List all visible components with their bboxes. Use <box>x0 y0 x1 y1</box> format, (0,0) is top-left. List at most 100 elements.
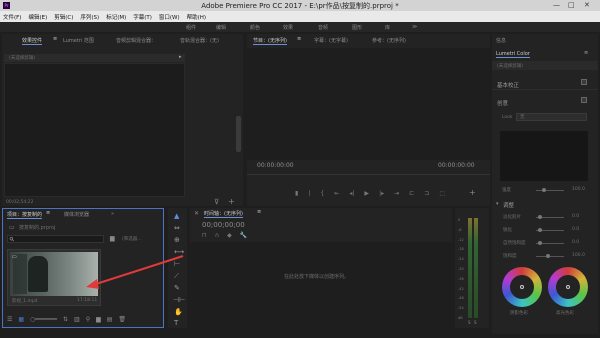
add-marker-icon[interactable]: ◆ <box>227 232 232 240</box>
tab-menu-icon[interactable]: ≡ <box>257 209 261 215</box>
workspace-effects[interactable]: 效果 <box>283 24 293 31</box>
menu-marker[interactable]: 标记(M) <box>106 13 126 21</box>
rolling-edit-tool-icon[interactable]: ⟷ <box>174 249 184 256</box>
menu-file[interactable]: 文件(F) <box>3 13 21 21</box>
tab-lumetri-scopes[interactable]: Lumetri 范围 <box>63 37 94 44</box>
search-field[interactable]: ⚲ <box>7 235 104 244</box>
linked-selection-icon[interactable]: ∩ <box>215 232 219 240</box>
track-select-tool-icon[interactable]: ⇔ <box>174 225 180 232</box>
workspace-assembly[interactable]: 组件 <box>186 24 196 31</box>
add-effect-button[interactable]: + <box>228 197 235 206</box>
tab-menu-icon[interactable]: ≡ <box>46 210 50 216</box>
button-editor-add-button[interactable]: + <box>469 188 476 197</box>
creative-checkbox[interactable] <box>581 97 587 103</box>
strength-value[interactable]: 100.0 <box>572 187 585 192</box>
selection-tool-icon[interactable]: ▲ <box>174 213 179 220</box>
timeline-settings-icon[interactable]: 🔧 <box>240 232 247 240</box>
timeline-drop-area[interactable]: 在此处放下媒体以创建序列。 <box>190 242 452 328</box>
strength-slider-handle[interactable] <box>542 188 546 192</box>
saturation-slider[interactable] <box>536 256 564 257</box>
faded-film-slider-handle[interactable] <box>538 215 542 219</box>
solo-right-button[interactable]: S <box>474 320 477 325</box>
creative-section[interactable]: 创意 <box>492 96 598 108</box>
mini-timeline[interactable] <box>247 174 490 175</box>
info-panel-header[interactable]: 信息 <box>496 37 506 44</box>
menu-window[interactable]: 窗口(W) <box>159 13 180 21</box>
minimize-button[interactable]: — <box>553 1 560 9</box>
tab-captions[interactable]: 字幕：(无字幕) <box>314 37 348 44</box>
timeline-timecode[interactable]: 00;00;00;00 <box>202 221 245 229</box>
add-marker-button[interactable]: ▮ <box>295 190 298 197</box>
adjust-section-label[interactable]: 调整 <box>503 201 514 209</box>
slider-value[interactable]: 0.0 <box>572 227 579 232</box>
tab-audio-clip-mixer[interactable]: 音频剪辑混合器： <box>116 37 156 44</box>
clip-thumbnail-card[interactable]: ▭ 影视_1.mp4 17:18:11 <box>7 249 101 306</box>
workspace-overflow-icon[interactable]: ≫ <box>412 24 417 30</box>
zoom-slider-icon[interactable]: ○━━━━━━ <box>30 316 57 323</box>
highlight-tint-wheel[interactable] <box>548 267 588 307</box>
collapse-arrow-icon[interactable]: ▸ <box>179 54 182 60</box>
menu-help[interactable]: 帮助(H) <box>187 13 206 21</box>
look-preview[interactable] <box>500 131 588 181</box>
razor-tool-icon[interactable]: ⊢ <box>174 261 180 268</box>
filter-icon[interactable]: ⊽ <box>214 198 219 206</box>
new-bin-from-search-icon[interactable]: ▆ <box>110 235 115 242</box>
list-view-icon[interactable]: ☰ <box>7 316 12 323</box>
mark-in-button[interactable]: | <box>308 190 310 197</box>
close-button[interactable]: ✕ <box>584 1 590 9</box>
menu-title[interactable]: 字幕(T) <box>133 13 152 21</box>
pen-tool-icon[interactable]: ✎ <box>174 285 180 292</box>
hand-tool-icon[interactable]: ✋ <box>174 309 183 316</box>
go-to-out-button[interactable]: ⇥ <box>394 190 399 197</box>
solo-left-button[interactable]: S <box>468 320 471 325</box>
slip-tool-icon[interactable]: ⟋ <box>174 273 179 280</box>
slider-value[interactable]: 0.0 <box>572 214 579 219</box>
tab-media-browser[interactable]: 媒体浏览器 <box>64 211 89 218</box>
workspace-editing[interactable]: 编辑 <box>216 24 226 31</box>
automate-to-sequence-icon[interactable]: ▥ <box>74 316 80 323</box>
clip-name[interactable]: 影视_1.mp4 <box>12 298 38 304</box>
export-frame-button[interactable]: ⬚ <box>439 190 445 197</box>
maximize-button[interactable]: □ <box>568 1 575 9</box>
tab-effect-controls[interactable]: 效果控件 <box>22 37 43 45</box>
ripple-edit-tool-icon[interactable]: ⊕ <box>174 237 180 244</box>
program-video-area[interactable] <box>247 48 490 160</box>
sort-icon[interactable]: ⇅ <box>63 316 68 323</box>
tab-menu-icon[interactable]: ≡ <box>584 50 588 56</box>
new-item-icon[interactable]: ▤ <box>107 316 113 323</box>
workspace-graphics[interactable]: 图形 <box>352 24 362 31</box>
tab-lumetri-color[interactable]: Lumetri Color <box>496 51 530 58</box>
slide-tool-icon[interactable]: ⊣⊢ <box>173 297 185 304</box>
basic-correction-section[interactable]: 基本校正 <box>492 78 598 90</box>
playhead-timecode[interactable]: 00:00:00:00 <box>257 162 294 169</box>
vertical-scrollbar[interactable] <box>236 116 241 152</box>
play-button[interactable]: ▶ <box>364 190 369 197</box>
menu-edit[interactable]: 编辑(E) <box>28 13 47 21</box>
collapse-arrow-icon[interactable]: ▾ <box>496 201 499 207</box>
clip-thumbnail-image[interactable]: ▭ <box>10 252 98 296</box>
menu-sequence[interactable]: 序列(S) <box>80 13 99 21</box>
extract-button[interactable]: ⊐ <box>424 190 429 197</box>
basic-correction-checkbox[interactable] <box>581 79 587 85</box>
step-forward-button[interactable]: |▸ <box>379 190 384 197</box>
lift-button[interactable]: ⊏ <box>409 190 414 197</box>
step-back-button[interactable]: ◂| <box>349 190 354 197</box>
filter-dropdown[interactable]: (筛选器... <box>122 236 142 242</box>
expand-tabs-icon[interactable]: » <box>111 211 114 217</box>
go-to-in-button[interactable]: ⇤ <box>334 190 339 197</box>
saturation-slider-handle[interactable] <box>546 254 550 258</box>
delete-icon[interactable]: 🗑 <box>118 316 126 323</box>
icon-view-icon[interactable]: ▦ <box>18 316 24 323</box>
workspace-color[interactable]: 颜色 <box>250 24 260 31</box>
tab-menu-icon[interactable]: ≡ <box>53 36 57 42</box>
workspace-libraries[interactable]: 库 <box>385 24 390 31</box>
tab-program[interactable]: 节目：(无序列) <box>253 37 287 45</box>
shadow-tint-wheel[interactable] <box>502 267 542 307</box>
tab-timeline[interactable]: 时间轴：(无序列) <box>204 210 243 218</box>
slider-value[interactable]: 100.0 <box>572 253 585 258</box>
sharpen-slider-handle[interactable] <box>538 228 542 232</box>
tab-reference[interactable]: 参考：(无序列) <box>372 37 406 44</box>
new-bin-icon[interactable]: ▆ <box>96 316 101 323</box>
vibrance-slider-handle[interactable] <box>538 241 542 245</box>
slider-value[interactable]: 0.0 <box>572 240 579 245</box>
